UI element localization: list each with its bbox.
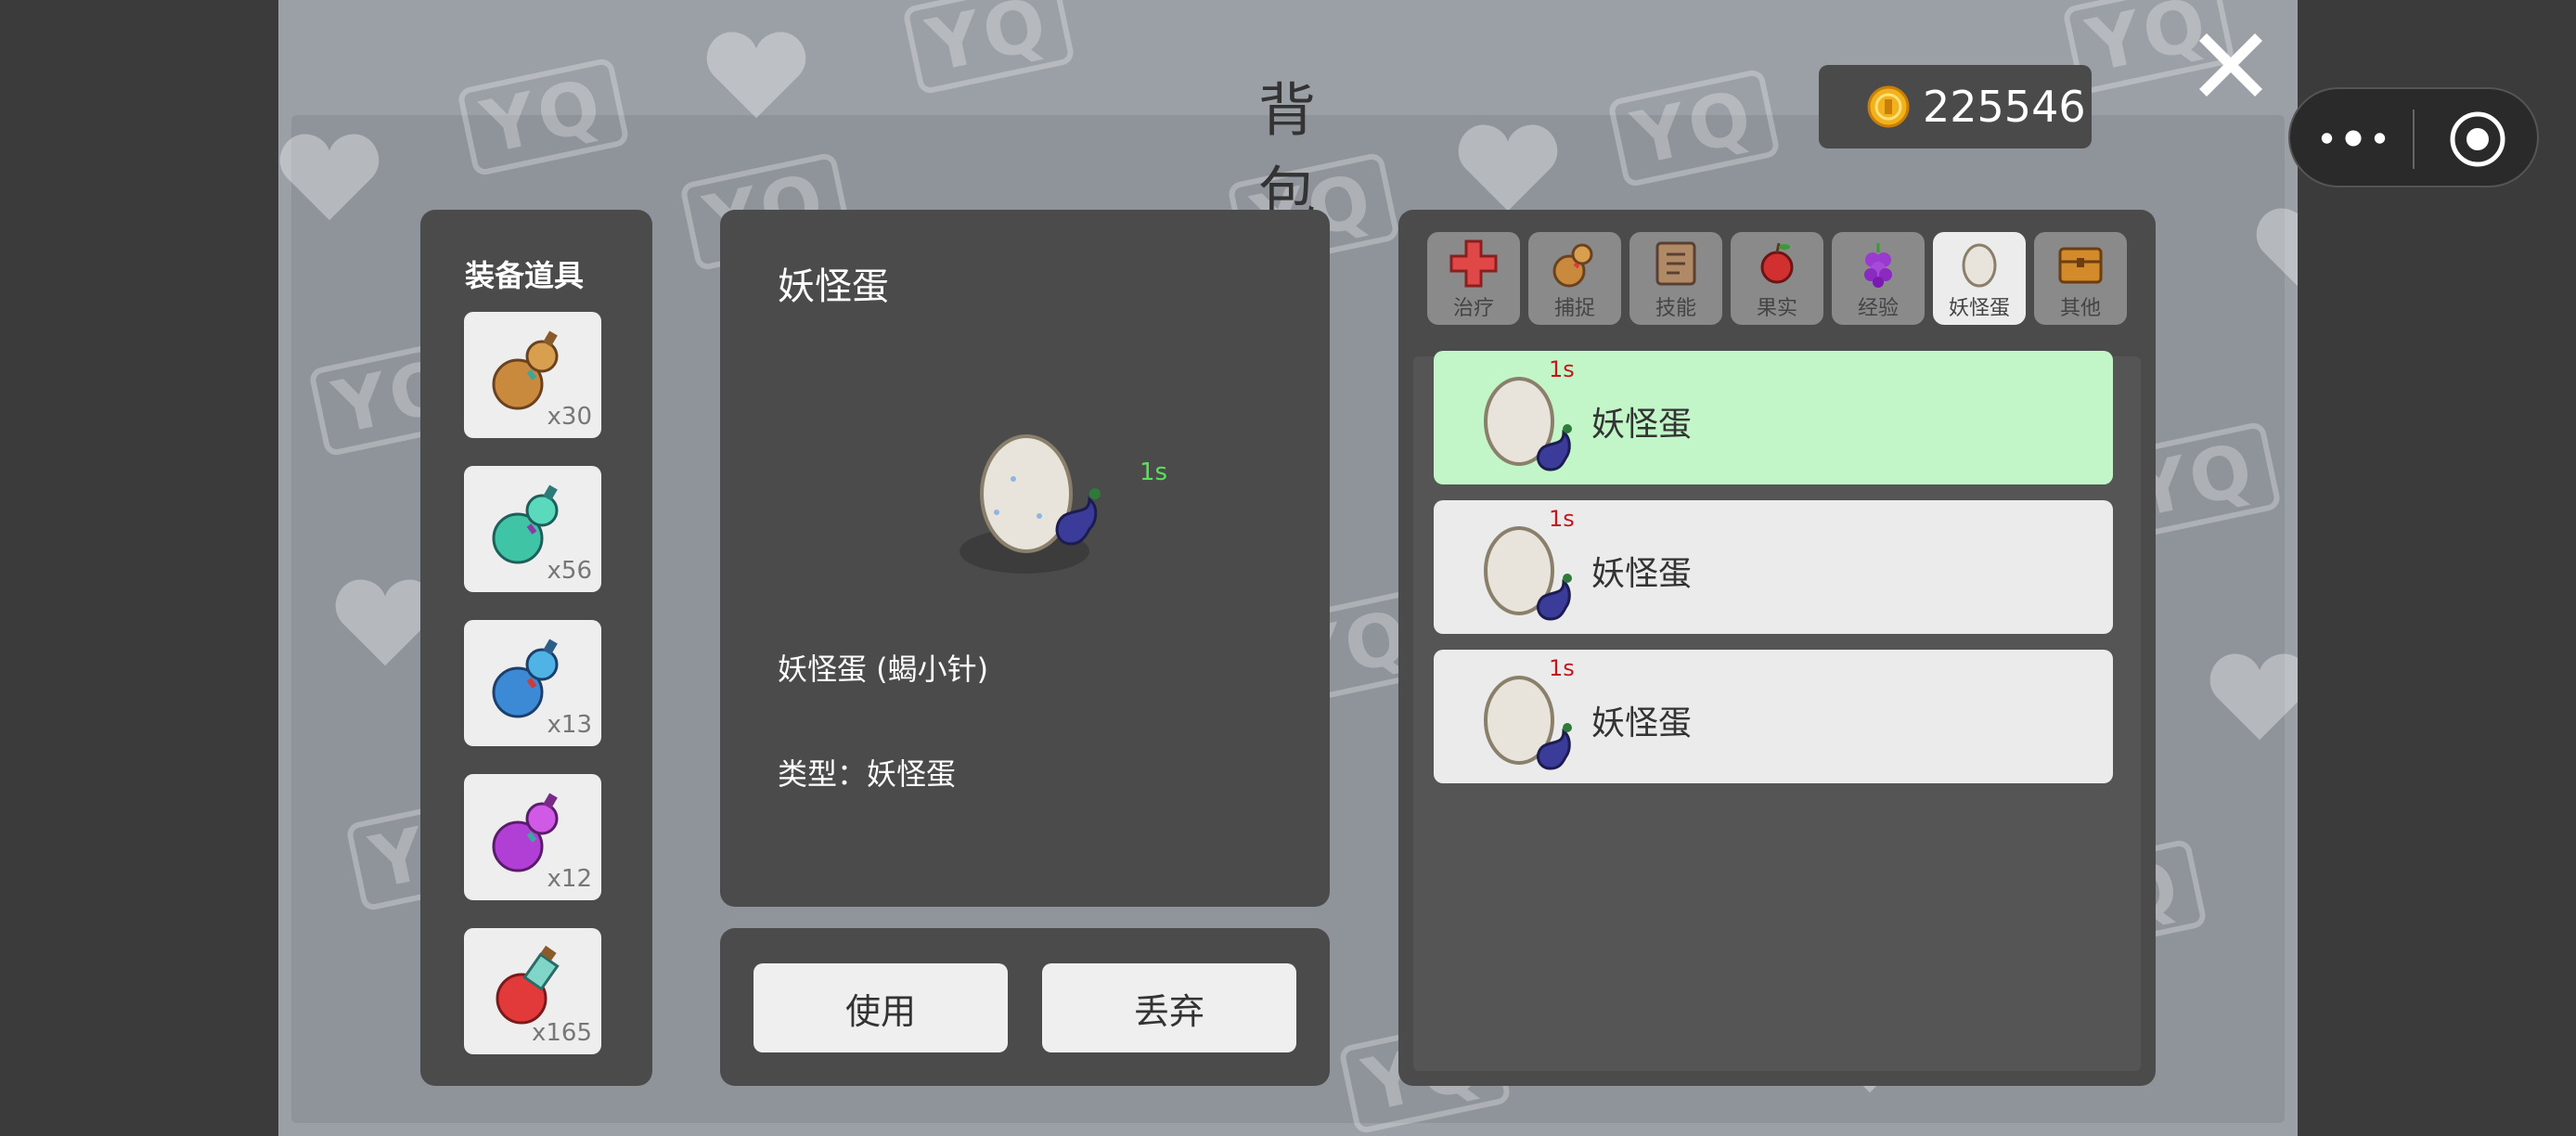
bag-item-name: 妖怪蛋: [1591, 406, 1693, 444]
use-button[interactable]: 使用: [753, 963, 1008, 1052]
equipment-count: x13: [547, 711, 592, 739]
grape-icon: [1864, 243, 1892, 288]
red-cross-icon: [1449, 239, 1498, 288]
heart-decoration: [706, 32, 806, 119]
bag-item-name: 妖怪蛋: [1591, 704, 1693, 742]
tab-fruit[interactable]: 果实: [1731, 232, 1823, 325]
close-icon[interactable]: [2186, 20, 2275, 110]
monster-egg-icon: [1484, 377, 1572, 471]
tab-other[interactable]: 其他: [2034, 232, 2127, 325]
heart-decoration: [2256, 208, 2298, 287]
tab-label: 妖怪蛋: [1948, 297, 2010, 320]
bag-item-row[interactable]: 1s 妖怪蛋: [1434, 500, 2113, 634]
monster-egg-icon: [960, 434, 1101, 574]
equipment-title: 装备道具: [465, 258, 585, 293]
apple-icon: [1760, 242, 1794, 284]
gourd-icon: [1552, 243, 1593, 288]
tab-label: 治疗: [1452, 297, 1494, 320]
hatch-timer: 1s: [1140, 458, 1168, 486]
tab-label: 经验: [1857, 297, 1899, 320]
hatch-timer: 1s: [1549, 356, 1575, 382]
chest-icon: [2058, 247, 2103, 284]
item-detail-panel: 妖怪蛋 1s 妖怪蛋 (蝎小针) 类型：妖怪蛋: [720, 210, 1330, 907]
detail-item-name: 妖怪蛋 (蝎小针): [778, 652, 989, 687]
hatch-timer: 1s: [1549, 506, 1575, 532]
equipment-panel: 装备道具 x30 x56 x13 x12 x165: [420, 210, 652, 1086]
capsule-divider: [2413, 110, 2415, 169]
skill-scroll-icon: [1655, 241, 1696, 286]
more-options-icon[interactable]: [2318, 124, 2389, 152]
egg-icon: [1962, 243, 1997, 288]
currency-amount: 225546: [1923, 82, 2086, 132]
equipment-slot-purple-gourd[interactable]: x12: [464, 774, 601, 900]
heart-decoration: [279, 134, 380, 221]
bag-item-row[interactable]: 1s 妖怪蛋: [1434, 351, 2113, 484]
watermark: YQ: [901, 0, 1075, 96]
tab-label: 果实: [1756, 297, 1797, 320]
discard-button[interactable]: 丢弃: [1042, 963, 1296, 1052]
tab-capture[interactable]: 捕捉: [1528, 232, 1621, 325]
page-title: 背包: [1257, 76, 1318, 227]
equipment-slot-blue-gourd[interactable]: x13: [464, 620, 601, 746]
equipment-count: x56: [547, 557, 592, 585]
equipment-count: x12: [547, 865, 592, 893]
bag-item-name: 妖怪蛋: [1591, 555, 1693, 593]
currency-display: 225546: [1819, 65, 2092, 148]
action-panel: 使用 丢弃: [720, 928, 1330, 1086]
detail-title: 妖怪蛋: [778, 265, 889, 308]
tab-label: 捕捉: [1553, 297, 1595, 320]
bag-item-row[interactable]: 1s 妖怪蛋: [1434, 650, 2113, 783]
tab-label: 其他: [2059, 297, 2101, 320]
gold-coin-icon: [1867, 85, 1910, 128]
tab-skill[interactable]: 技能: [1629, 232, 1722, 325]
equipment-slot-teal-gourd[interactable]: x56: [464, 466, 601, 592]
equipment-count: x30: [547, 403, 592, 431]
tab-label: 技能: [1655, 297, 1696, 320]
miniprogram-capsule: [2288, 87, 2539, 187]
exit-target-icon[interactable]: [2448, 110, 2507, 169]
tab-heal[interactable]: 治疗: [1427, 232, 1520, 325]
bag-item-list[interactable]: 1s 妖怪蛋 1s 妖怪蛋 1s 妖怪蛋: [1413, 351, 2141, 1071]
equipment-count: x165: [531, 1019, 592, 1047]
tab-monster-egg[interactable]: 妖怪蛋: [1933, 232, 2026, 325]
monster-egg-icon: [1484, 676, 1572, 770]
monster-egg-icon: [1484, 526, 1572, 621]
detail-item-type: 类型：妖怪蛋: [778, 756, 957, 792]
hatch-timer: 1s: [1549, 655, 1575, 681]
heart-decoration: [2209, 653, 2298, 741]
tab-experience[interactable]: 经验: [1832, 232, 1925, 325]
equipment-slot-red-potion[interactable]: x165: [464, 928, 601, 1054]
bag-panel: 治疗 捕捉 技能 果实 经验 妖怪蛋 其他 1s 妖怪蛋 1s 妖怪蛋 1s 妖…: [1398, 210, 2156, 1086]
heart-decoration: [1458, 124, 1558, 212]
equipment-slot-gold-gourd[interactable]: x30: [464, 312, 601, 438]
